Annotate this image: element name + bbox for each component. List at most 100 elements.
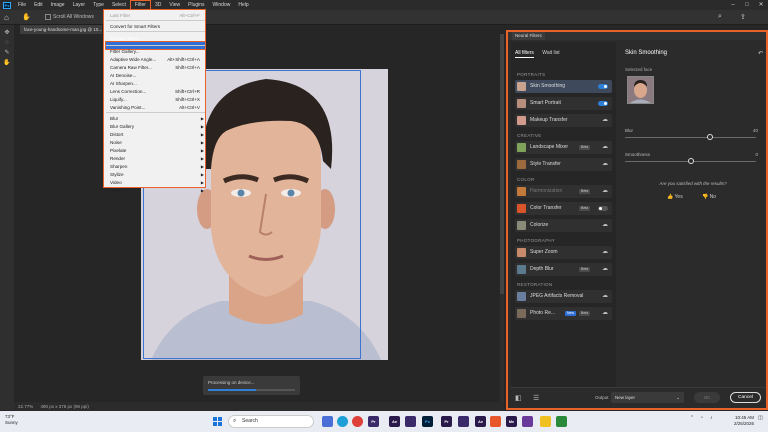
filter-toggle[interactable] [598, 206, 608, 211]
premiere-icon[interactable]: Pr [368, 416, 379, 427]
minimize-icon[interactable]: – [726, 0, 740, 10]
menu-layer[interactable]: Layer [69, 0, 90, 10]
filter-item[interactable]: Super Zoom ☁ [515, 246, 612, 259]
weather-widget[interactable]: 73°F Sunny [5, 414, 18, 426]
filter-menu-item[interactable]: Convert for Smart Filters [110, 23, 205, 30]
cancel-button[interactable]: Cancel [730, 392, 761, 403]
compare-icon[interactable]: ◧ [515, 394, 522, 402]
ok-button[interactable]: OK [694, 392, 720, 403]
no-button[interactable]: 👎 No [702, 194, 716, 200]
filter-menu-item[interactable]: Filter Gallery... [110, 48, 205, 55]
cloud-download-icon[interactable]: ☁ [602, 248, 608, 257]
app-icon[interactable] [556, 416, 567, 427]
cloud-download-icon[interactable]: ☁ [602, 265, 608, 274]
photoshop-taskbar-icon[interactable]: Ps [422, 416, 433, 427]
scroll-all-windows-checkbox[interactable] [45, 14, 51, 20]
cloud-download-icon[interactable]: ☁ [602, 309, 608, 318]
cloud-download-icon[interactable]: ☁ [602, 187, 608, 196]
filter-item[interactable]: Color Transfer Beta [515, 202, 612, 215]
filter-menu-item[interactable]: Camera Raw Filter... Shift+Ctrl+A [110, 64, 205, 71]
brave-icon[interactable] [490, 416, 501, 427]
tray-chevron-icon[interactable]: ⌃ [690, 415, 694, 421]
speaker-icon[interactable]: ♪ [710, 415, 713, 421]
filter-toggle[interactable] [598, 84, 608, 89]
slider-knob[interactable] [707, 134, 714, 140]
filter-menu-item[interactable]: Other ▶ [110, 187, 205, 194]
start-button[interactable] [213, 417, 222, 426]
filter-menu-item[interactable]: Noise ▶ [110, 139, 205, 146]
menu-help[interactable]: Help [234, 0, 252, 10]
chrome-icon[interactable] [352, 416, 363, 427]
tab-wait-list[interactable]: Wait list [542, 50, 559, 56]
filter-menu-item[interactable]: Video ▶ [110, 179, 205, 186]
filter-menu-item[interactable]: AI Sharpen... [110, 80, 205, 87]
layers-preview-icon[interactable]: ☰ [533, 394, 539, 402]
edge-icon[interactable] [337, 416, 348, 427]
reset-icon[interactable]: ↶ [758, 50, 763, 57]
menu-file[interactable]: File [14, 0, 30, 10]
filter-menu-item[interactable]: Sharpen ▶ [110, 163, 205, 170]
taskbar-search[interactable]: ⌕ Search [228, 415, 314, 428]
canvas-scrollbar[interactable] [500, 34, 504, 402]
premiere-taskbar-icon[interactable]: Pr [441, 416, 452, 427]
menu-edit[interactable]: Edit [30, 0, 47, 10]
filter-menu-item[interactable]: Distort ▶ [110, 131, 205, 138]
search-icon[interactable]: ⌕ [718, 13, 722, 21]
filter-menu-item[interactable]: Stylize ▶ [110, 171, 205, 178]
filter-item[interactable]: Style Transfer ☁ [515, 158, 612, 171]
filter-menu-item[interactable]: Blur Gallery ▶ [110, 123, 205, 130]
document-tab[interactable]: face-young-handsome-man.jpg @ 10... [20, 25, 102, 34]
filter-menu-item[interactable]: Vanishing Point... Alt+Ctrl+V [110, 104, 205, 111]
filter-menu-item[interactable]: Lens Correction... Shift+Ctrl+R [110, 88, 205, 95]
selected-face-thumbnail[interactable] [627, 76, 654, 104]
clock[interactable]: 10:45 AM 2/25/2026 [734, 415, 754, 427]
neural-filters-tab[interactable]: Neural Filters [512, 32, 545, 40]
filter-menu-item[interactable]: Blur ▶ [110, 115, 205, 122]
notification-icon[interactable]: ◫ [758, 415, 763, 421]
cloud-download-icon[interactable]: ☁ [602, 116, 608, 125]
zoom-level[interactable]: 22.77% [18, 404, 33, 409]
filter-item[interactable]: Photo Re... New Beta ☁ [515, 307, 612, 320]
filter-item[interactable]: Makeup Transfer ☁ [515, 114, 612, 127]
filter-menu-item[interactable]: AI Denoise... [110, 72, 205, 79]
yes-button[interactable]: 👍 Yes [667, 194, 683, 200]
filter-item[interactable]: Colorize ☁ [515, 219, 612, 232]
filter-item[interactable]: JPEG Artifacts Removal ☁ [515, 290, 612, 303]
filter-menu-item[interactable]: Last Filter Alt+Ctrl+F [110, 12, 205, 19]
file-explorer-icon[interactable] [540, 416, 551, 427]
slider-value[interactable]: 0 [755, 152, 758, 157]
home-icon[interactable]: ⌂ [4, 13, 13, 22]
cloud-download-icon[interactable]: ☁ [602, 160, 608, 169]
filter-menu-item[interactable]: Render ▶ [110, 155, 205, 162]
filter-menu-item[interactable]: Pixelate ▶ [110, 147, 205, 154]
move-tool-icon[interactable]: ✥ [3, 29, 11, 37]
app-icon[interactable] [405, 416, 416, 427]
filter-menu-item[interactable]: Neural Filters... [110, 35, 205, 42]
brush-tool-icon[interactable]: ✎ [3, 49, 11, 57]
cloud-download-icon[interactable]: ☁ [602, 292, 608, 301]
scrollbar-thumb[interactable] [500, 34, 504, 294]
slider-track[interactable] [625, 137, 756, 138]
taskbar-app-icon[interactable] [322, 416, 333, 427]
filter-item[interactable]: Landscape Mixer Beta ☁ [515, 141, 612, 154]
share-icon[interactable]: ⇪ [740, 13, 746, 21]
media-encoder-icon[interactable]: Me [506, 416, 517, 427]
filter-toggle[interactable] [598, 101, 608, 106]
hand-tool-icon[interactable]: ✋ [3, 59, 11, 67]
output-select[interactable]: New layer ⌄ [611, 392, 684, 403]
filter-menu-item[interactable]: Liquify... Shift+Ctrl+X [110, 96, 205, 103]
filter-item[interactable]: Skin Smoothing [515, 80, 612, 93]
tab-all-filters[interactable]: All filters [515, 50, 534, 58]
maximize-icon[interactable]: □ [740, 0, 754, 10]
slider-value[interactable]: 40 [753, 128, 758, 133]
cloud-download-icon[interactable]: ☁ [602, 143, 608, 152]
filter-menu-item[interactable]: Adaptive Wide Angle... Alt+Shift+Ctrl+A [110, 56, 205, 63]
filter-item[interactable]: Depth Blur Beta ☁ [515, 263, 612, 276]
close-icon[interactable]: ✕ [754, 0, 768, 10]
filter-item[interactable]: Harmonization Beta ☁ [515, 185, 612, 198]
slider-knob[interactable] [687, 158, 694, 164]
filter-item[interactable]: Smart Portrait [515, 97, 612, 110]
wifi-icon[interactable]: ◔ [700, 415, 703, 421]
app-icon[interactable] [522, 416, 533, 427]
hand-tool-icon[interactable]: ✋ [22, 13, 31, 22]
